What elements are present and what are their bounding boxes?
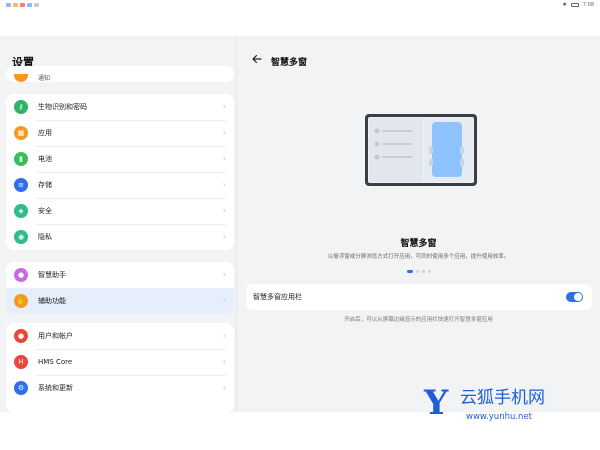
carousel-indicator xyxy=(407,270,431,273)
settings-item-label: 辅助功能 xyxy=(38,297,66,305)
chevron-right-icon: › xyxy=(222,128,226,137)
watermark-text: 云狐手机网 xyxy=(460,388,545,408)
chevron-right-icon: › xyxy=(222,331,226,340)
settings-item-notifications[interactable]: 通知 xyxy=(6,66,234,82)
chevron-right-icon: › xyxy=(222,232,226,241)
chevron-right-icon: › xyxy=(222,357,226,366)
settings-item-label: 安全 xyxy=(38,207,52,215)
watermark-letter: Y xyxy=(424,383,449,423)
hms-core-icon: H xyxy=(14,355,28,369)
settings-item-label: 通知 xyxy=(38,75,51,82)
settings-card-partial: 通知 xyxy=(6,66,234,82)
chevron-right-icon: › xyxy=(222,154,226,163)
carousel-dot xyxy=(428,270,431,273)
chevron-right-icon: › xyxy=(222,180,226,189)
toggle-knob xyxy=(574,293,582,301)
notification-icon xyxy=(14,74,28,82)
settings-item-label: 隐私 xyxy=(38,233,52,241)
carousel-dot xyxy=(422,270,425,273)
carousel-dot xyxy=(416,270,419,273)
settings-item[interactable]: ≡ 存储 › xyxy=(6,172,234,198)
toggle-label: 智慧多窗应用栏 xyxy=(253,293,302,301)
apps-grid-icon: ▦ xyxy=(14,126,28,140)
shield-icon: ◈ xyxy=(14,204,28,218)
settings-screen: 设置 通知 ⚷ 生物识别和密码 › ▦ 应用 › ▮ 电池 › ≡ 存储 › ◈ 安全 › ◉ 隐私 › ● 智慧助… xyxy=(0,36,600,412)
multi-window-dock-setting[interactable]: 智慧多窗应用栏 xyxy=(246,284,592,310)
settings-item-label: 用户和帐户 xyxy=(38,332,73,340)
detail-pane: 智慧多窗 智慧多窗 以悬浮窗或分屏浏览方式打开应用，可同时使用多个应用，提升使用… xyxy=(237,36,600,412)
settings-item-label: 系统和更新 xyxy=(38,384,73,392)
settings-item[interactable]: ▦ 应用 › xyxy=(6,120,234,146)
hand-icon: ✋ xyxy=(14,294,28,308)
carousel-dot xyxy=(407,270,413,273)
battery-status-icon xyxy=(570,3,579,7)
settings-item-label: 电池 xyxy=(38,155,52,163)
toggle-hint: 开启后，可以从屏幕边缘显示的应用栏快速打开智慧多窗应用 xyxy=(344,317,493,323)
notification-icon xyxy=(13,3,18,7)
watermark-url: www.yunhu.net xyxy=(466,412,533,422)
notification-icon xyxy=(27,3,32,7)
multi-window-illustration xyxy=(365,114,477,186)
feature-description: 以悬浮窗或分屏浏览方式打开应用，可同时使用多个应用，提升使用效率。 xyxy=(327,254,510,260)
settings-item-label: HMS Core xyxy=(38,358,73,366)
notification-icon xyxy=(34,3,39,7)
chevron-right-icon: › xyxy=(222,383,226,392)
settings-list-pane: 设置 通知 ⚷ 生物识别和密码 › ▦ 应用 › ▮ 电池 › ≡ 存储 › ◈ 安全 › ◉ 隐私 › ● 智慧助… xyxy=(0,36,236,412)
settings-item[interactable]: ● 智慧助手 › xyxy=(6,262,234,288)
chevron-right-icon: › xyxy=(222,270,226,279)
watermark-logo: Y 云狐手机网 www.yunhu.net xyxy=(420,386,590,426)
user-icon: ● xyxy=(14,329,28,343)
privacy-icon: ◉ xyxy=(14,230,28,244)
notification-icons xyxy=(6,3,39,7)
settings-card-security: ⚷ 生物识别和密码 › ▦ 应用 › ▮ 电池 › ≡ 存储 › ◈ 安全 › ◉ 隐私 › xyxy=(6,94,234,250)
settings-item-label: 生物识别和密码 xyxy=(38,103,87,111)
settings-item[interactable]: ● 用户和帐户 › xyxy=(6,323,234,349)
settings-item[interactable]: ◈ 安全 › xyxy=(6,198,234,224)
settings-item[interactable]: H HMS Core › xyxy=(6,349,234,375)
page-title: 智慧多窗 xyxy=(271,58,308,68)
settings-card-assistant: ● 智慧助手 › ✋ 辅助功能 › xyxy=(6,262,234,314)
back-arrow-icon[interactable] xyxy=(251,53,263,65)
battery-icon: ▮ xyxy=(14,152,28,166)
notification-icon xyxy=(6,3,11,7)
settings-item-label: 存储 xyxy=(38,181,52,189)
key-icon: ⚷ xyxy=(14,100,28,114)
status-bar: ✱ 7:08 xyxy=(0,0,600,12)
settings-card-system: ● 用户和帐户 › H HMS Core › ⚙ 系统和更新 › xyxy=(6,323,234,412)
settings-item[interactable]: ◉ 隐私 › xyxy=(6,224,234,250)
multi-window-dock-toggle[interactable] xyxy=(566,292,583,302)
bluetooth-icon: ✱ xyxy=(562,2,567,8)
chevron-right-icon: › xyxy=(222,102,226,111)
settings-item-label: 应用 xyxy=(38,129,52,137)
settings-item[interactable]: ✋ 辅助功能 › xyxy=(6,288,234,314)
system-update-icon: ⚙ xyxy=(14,381,28,395)
settings-item-label: 智慧助手 xyxy=(38,271,66,279)
settings-item[interactable]: ▮ 电池 › xyxy=(6,146,234,172)
settings-item[interactable]: ⚷ 生物识别和密码 › xyxy=(6,94,234,120)
assistant-orb-icon: ● xyxy=(14,268,28,282)
notification-icon xyxy=(20,3,25,7)
status-time: 7:08 xyxy=(582,2,594,8)
chevron-right-icon: › xyxy=(222,296,226,305)
settings-item[interactable]: ⚙ 系统和更新 › xyxy=(6,375,234,401)
chevron-right-icon: › xyxy=(222,206,226,215)
storage-icon: ≡ xyxy=(14,178,28,192)
feature-title: 智慧多窗 xyxy=(400,239,437,249)
